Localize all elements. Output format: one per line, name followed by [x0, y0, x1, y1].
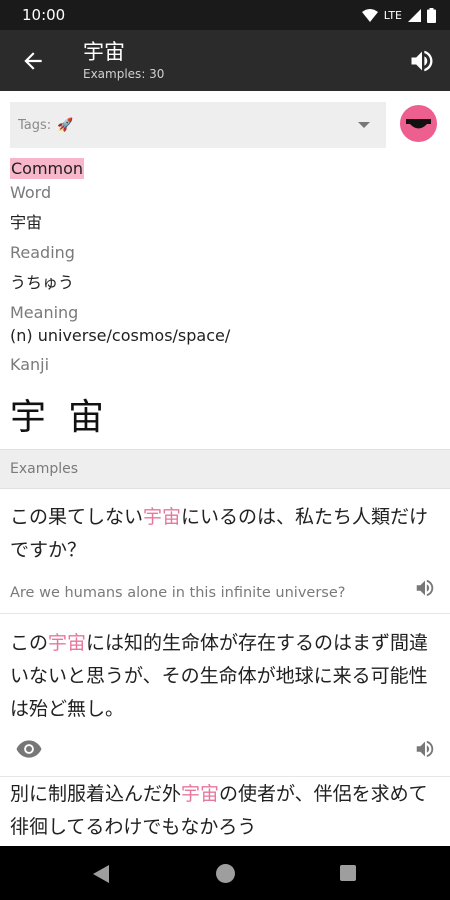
example-japanese: この果てしない宇宙にいるのは、私たち人類だけですか？ — [10, 506, 429, 561]
example-item: この果てしない宇宙にいるのは、私たち人類だけですか？ Are we humans… — [0, 489, 450, 614]
word-label: Word — [10, 183, 52, 202]
highlighted-word: 宇宙 — [143, 506, 182, 528]
speaker-icon[interactable] — [414, 577, 436, 599]
tags-label: Tags: — [18, 117, 52, 133]
network-type: LTE — [383, 8, 402, 22]
battery-icon — [427, 7, 436, 23]
examples-header: Examples — [0, 449, 450, 489]
eye-icon[interactable] — [16, 739, 42, 759]
meaning-value: (n) universe/cosmos/space/ — [10, 326, 231, 345]
example-item: 別に制服着込んだ外宇宙の使者が、伴侶を求めて徘徊してるわけでもなかろう — [0, 778, 450, 846]
highlighted-word: 宇宙 — [48, 632, 87, 654]
status-icons: LTE — [361, 7, 436, 23]
nav-back-icon[interactable] — [93, 865, 109, 883]
kanji-label: Kanji — [10, 355, 50, 374]
navigation-bar — [0, 846, 450, 900]
back-arrow-icon[interactable] — [20, 48, 46, 74]
signal-icon — [408, 8, 421, 22]
example-japanese: 別に制服着込んだ外宇宙の使者が、伴侶を求めて徘徊してるわけでもなかろう — [10, 783, 428, 838]
meaning-label: Meaning — [10, 303, 79, 322]
speaker-icon[interactable] — [414, 738, 436, 760]
status-bar: 10:00 LTE — [0, 0, 450, 30]
rocket-icon: 🚀 — [57, 117, 74, 133]
reading-label: Reading — [10, 243, 75, 262]
page-title: 宇宙 — [83, 40, 125, 64]
app-bar: 宇宙 Examples: 30 — [0, 30, 450, 91]
speaker-icon[interactable] — [408, 47, 436, 75]
nav-home-icon[interactable] — [216, 864, 235, 883]
tags-dropdown[interactable]: Tags: 🚀 — [10, 102, 386, 148]
kanji-characters[interactable]: 宇宙 — [10, 388, 126, 440]
dropdown-caret-icon — [358, 122, 370, 128]
examples-count: Examples: 30 — [83, 67, 165, 81]
face-icon-button[interactable] — [400, 105, 437, 142]
common-badge: Common — [10, 158, 85, 179]
example-japanese: この宇宙には知的生命体が存在するのはまず間違いないと思うが、その生命体が地球に来… — [10, 632, 429, 720]
nav-recents-icon[interactable] — [340, 865, 356, 881]
highlighted-word: 宇宙 — [181, 783, 220, 805]
status-time: 10:00 — [22, 6, 66, 24]
word-detail: Tags: 🚀 Common Word 宇宙 Reading うちゅう Mean… — [0, 91, 450, 846]
word-value: 宇宙 — [10, 213, 43, 232]
example-item: この宇宙には知的生命体が存在するのはまず間違いないと思うが、その生命体が地球に来… — [0, 615, 450, 777]
reading-value: うちゅう — [10, 273, 75, 292]
title-block: 宇宙 Examples: 30 — [83, 38, 164, 82]
example-english: Are we humans alone in this infinite uni… — [10, 585, 346, 601]
wifi-icon — [361, 8, 378, 22]
